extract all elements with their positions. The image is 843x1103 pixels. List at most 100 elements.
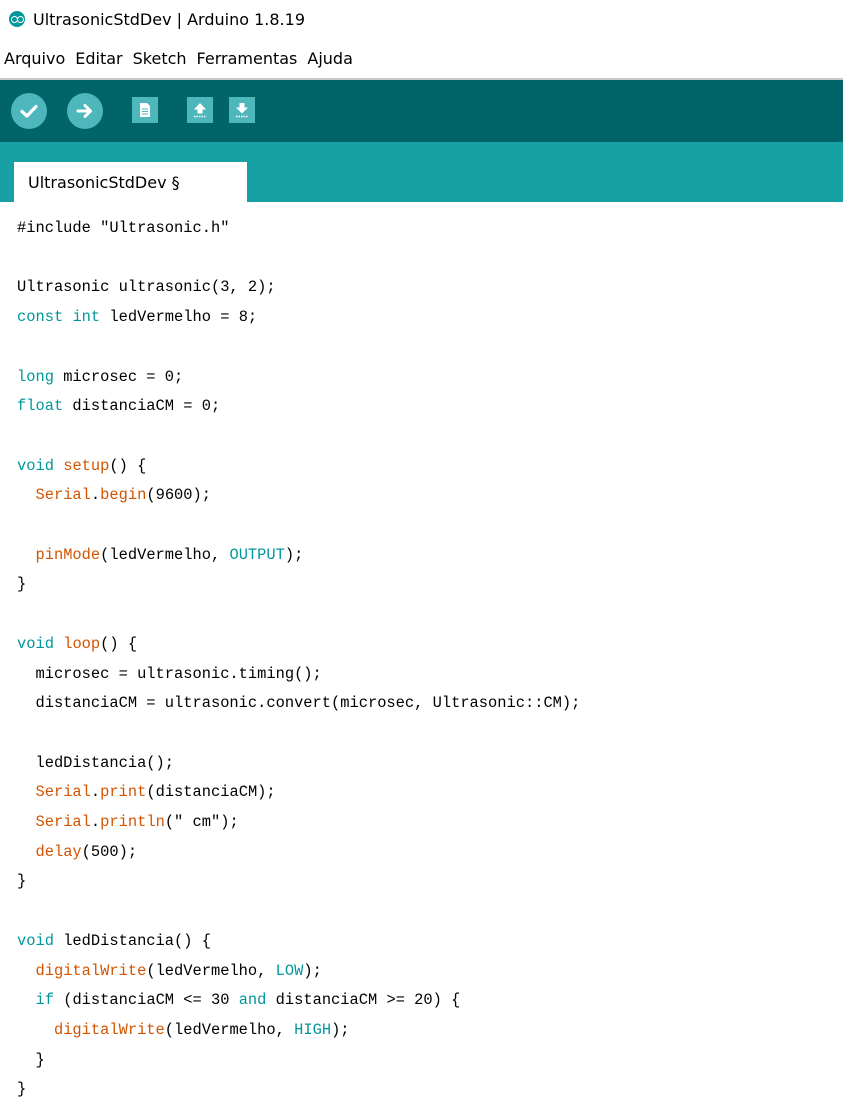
code-token: if: [35, 991, 54, 1010]
verify-button[interactable]: [11, 93, 47, 129]
new-button[interactable]: [132, 97, 158, 123]
code-line: microsec = ultrasonic.timing();: [17, 660, 322, 688]
code-token: setup: [63, 456, 110, 475]
new-icon: [140, 103, 150, 117]
code-token: void: [17, 456, 54, 475]
code-token: (" cm");: [164, 813, 239, 831]
code-line: Serial.println(" cm");: [17, 808, 239, 836]
open-icon: [194, 103, 206, 118]
code-line: void loop() {: [17, 630, 137, 658]
code-token: #include "Ultrasonic.h": [17, 219, 230, 237]
code-token: .: [90, 486, 101, 505]
title-bar: UltrasonicStdDev | Arduino 1.8.19: [0, 0, 843, 38]
code-token: ledVermelho = 8;: [100, 308, 258, 327]
code-line: void setup() {: [17, 452, 146, 480]
code-editor[interactable]: #include "Ultrasonic.h" Ultrasonic ultras…: [0, 202, 843, 1101]
code-token: (ledVermelho,: [164, 1020, 295, 1039]
code-token: Serial: [35, 486, 91, 505]
code-line: void ledDistancia() {: [17, 927, 211, 955]
code-token: OUTPUT: [229, 545, 285, 564]
code-token: distanciaCM >= 20) {: [266, 991, 461, 1010]
code-line: if (distanciaCM <= 30 and distanciaCM >=…: [17, 986, 460, 1014]
code-token: ledDistancia();: [17, 753, 175, 772]
code-token: HIGH: [294, 1020, 332, 1039]
window-title: UltrasonicStdDev | Arduino 1.8.19: [33, 9, 305, 29]
code-line: distanciaCM = ultrasonic.convert(microse…: [17, 689, 580, 717]
code-line: Serial.begin(9600);: [17, 481, 211, 509]
code-line: float distanciaCM = 0;: [17, 392, 220, 420]
code-token: begin: [100, 486, 147, 505]
code-token: (distanciaCM <= 30: [53, 991, 239, 1010]
code-token: const: [17, 308, 64, 327]
code-token: );: [331, 1020, 350, 1039]
save-icon: [236, 103, 248, 118]
code-token: digitalWrite: [53, 1020, 165, 1039]
code-token: (ledVermelho,: [146, 961, 276, 980]
arduino-logo-icon: [9, 11, 25, 27]
code-line: long microsec = 0;: [17, 363, 183, 391]
code-token: println: [100, 813, 165, 831]
code-token: () {: [100, 634, 138, 653]
code-token: }: [17, 872, 27, 891]
code-token: }: [17, 1080, 27, 1099]
code-token: distanciaCM = 0;: [63, 397, 221, 416]
code-token: loop: [63, 634, 101, 653]
code-token: Serial: [35, 813, 91, 831]
code-token: and: [238, 991, 267, 1010]
code-token: () {: [109, 456, 147, 475]
code-token: microsec = ultrasonic.timing();: [17, 664, 322, 683]
tab-ultrasonicstddev[interactable]: UltrasonicStdDev §: [14, 162, 247, 202]
menu-ajuda[interactable]: Ajuda: [301, 49, 357, 68]
code-token: void: [17, 931, 54, 950]
code-line: Ultrasonic ultrasonic(3, 2);: [17, 273, 276, 301]
code-token: }: [17, 575, 27, 594]
code-token: }: [17, 1050, 45, 1069]
code-token: (9600);: [146, 486, 211, 505]
menu-arquivo[interactable]: Arquivo: [0, 49, 69, 68]
code-line: }: [17, 867, 26, 895]
open-button[interactable]: [187, 97, 213, 123]
code-token: float: [17, 397, 64, 416]
code-line: delay(500);: [17, 838, 137, 866]
menu-sketch[interactable]: Sketch: [127, 49, 191, 68]
code-line: digitalWrite(ledVermelho, HIGH);: [17, 1016, 350, 1044]
menu-ferramentas[interactable]: Ferramentas: [191, 49, 302, 68]
code-token: pinMode: [35, 545, 101, 564]
code-line: const int ledVermelho = 8;: [17, 303, 257, 331]
code-token: ledDistancia() {: [53, 931, 211, 950]
menu-editar[interactable]: Editar: [69, 49, 126, 68]
code-token: LOW: [275, 961, 304, 980]
code-token: print: [100, 783, 147, 802]
code-token: int: [72, 308, 101, 327]
save-button[interactable]: [229, 97, 255, 123]
code-token: distanciaCM = ultrasonic.convert(microse…: [17, 694, 581, 713]
code-token: long: [17, 367, 54, 386]
code-token: microsec = 0;: [53, 367, 184, 386]
code-line: Serial.print(distanciaCM);: [17, 778, 275, 806]
upload-button[interactable]: [67, 93, 103, 129]
code-token: (ledVermelho,: [100, 545, 230, 564]
code-line: }: [17, 1046, 45, 1074]
code-token: void: [17, 634, 54, 653]
code-line: }: [17, 1075, 26, 1103]
code-token: (500);: [81, 842, 138, 861]
upload-icon: [76, 104, 92, 118]
code-token: );: [284, 545, 304, 564]
code-token: .: [90, 813, 101, 831]
toolbar: [0, 78, 843, 142]
code-line: digitalWrite(ledVermelho, LOW);: [17, 957, 321, 985]
code-token: delay: [35, 842, 82, 861]
code-line: ledDistancia();: [17, 749, 174, 777]
code-token: Serial: [35, 783, 91, 802]
code-token: digitalWrite: [35, 961, 147, 980]
tab-label: UltrasonicStdDev §: [28, 172, 180, 192]
